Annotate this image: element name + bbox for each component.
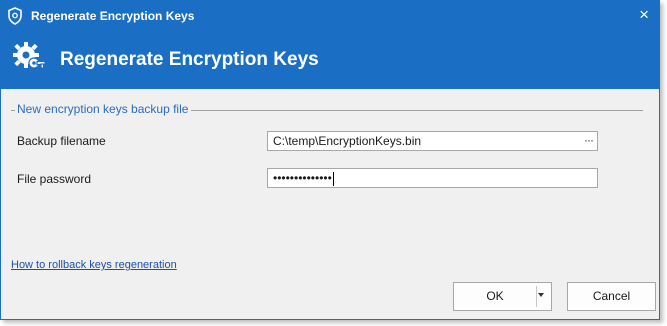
shield-icon: [8, 7, 22, 25]
ok-split-button[interactable]: OK: [453, 282, 552, 311]
backup-filename-input[interactable]: C:\temp\EncryptionKeys.bin ···: [267, 131, 598, 151]
browse-button[interactable]: ···: [584, 131, 594, 149]
text-caret: [332, 171, 334, 186]
section-label: New encryption keys backup file: [17, 102, 189, 116]
section-divider: [191, 110, 643, 111]
dialog-window: Regenerate Encryption Keys × Regenerate …: [0, 0, 660, 320]
file-password-label: File password: [17, 172, 92, 186]
split-divider: [536, 286, 537, 307]
banner-title: Regenerate Encryption Keys: [60, 49, 319, 70]
chevron-down-icon[interactable]: [538, 293, 544, 297]
title-bar[interactable]: Regenerate Encryption Keys ×: [1, 1, 659, 31]
rollback-help-link[interactable]: How to rollback keys regeneration: [11, 259, 177, 271]
gear-key-icon: [13, 42, 46, 69]
file-password-input[interactable]: ••••••••••••••: [267, 168, 598, 188]
password-mask: ••••••••••••••: [273, 171, 332, 185]
window-title: Regenerate Encryption Keys: [31, 9, 195, 23]
header-banner: Regenerate Encryption Keys: [1, 31, 659, 89]
ok-button-label: OK: [486, 289, 504, 303]
section-divider-left: [11, 110, 15, 111]
backup-filename-value: C:\temp\EncryptionKeys.bin: [273, 134, 422, 148]
backup-filename-label: Backup filename: [17, 134, 106, 148]
cancel-button[interactable]: Cancel: [567, 282, 656, 311]
close-icon[interactable]: ×: [639, 6, 649, 24]
